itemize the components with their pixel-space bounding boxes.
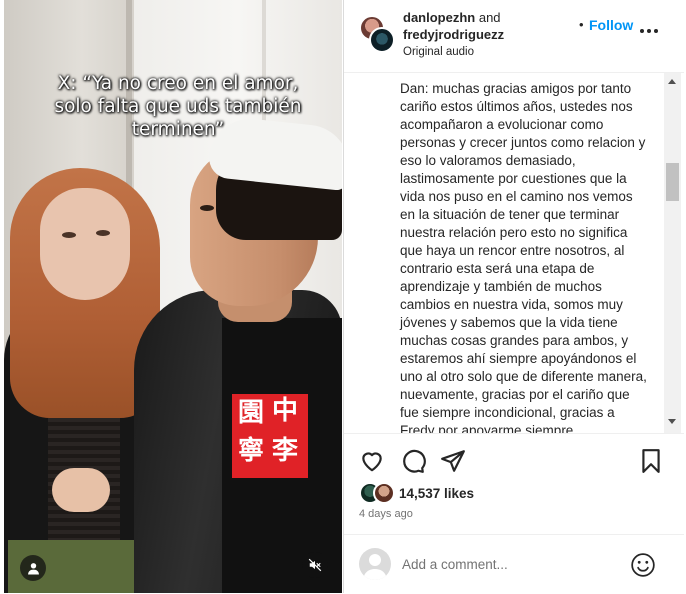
post-timestamp[interactable]: 4 days ago — [359, 508, 413, 520]
comment-input[interactable] — [402, 553, 622, 575]
video-caption-overlay: X: “Ya no creo en el amor, solo falta qu… — [54, 73, 302, 140]
user-icon — [27, 562, 39, 574]
action-bar: 14,537 likes 4 days ago — [344, 433, 684, 524]
shirt-print: 園 中 寧 李 — [232, 394, 308, 478]
likes-summary[interactable]: 14,537 likes — [359, 482, 474, 504]
more-options-icon[interactable] — [640, 24, 662, 38]
girl-face — [40, 188, 130, 300]
heart-icon[interactable] — [359, 448, 385, 474]
scroll-thumb[interactable] — [666, 163, 679, 201]
avatar — [369, 27, 395, 53]
follow-button[interactable]: Follow — [589, 17, 633, 33]
username-link[interactable]: fredyjrodriguezz — [403, 27, 504, 42]
post-modal: 園 中 寧 李 X: “Ya no creo en el amor, solo … — [0, 0, 686, 593]
avatar — [359, 548, 391, 580]
default-avatar-icon — [363, 554, 387, 580]
likes-count[interactable]: 14,537 likes — [399, 486, 474, 501]
tagged-users-button[interactable] — [20, 555, 46, 581]
collab-avatars[interactable] — [359, 15, 395, 55]
scrollbar[interactable] — [664, 73, 681, 433]
avatar — [373, 482, 395, 504]
separator-dot: • — [579, 17, 584, 32]
speaker-muted-icon — [308, 558, 322, 572]
collab-usernames: danlopezhn and fredyjrodriguezz — [403, 10, 505, 42]
mute-button[interactable] — [302, 552, 328, 578]
scroll-up-arrow[interactable] — [668, 79, 676, 84]
comment-bubble-icon[interactable] — [400, 448, 426, 474]
scroll-down-arrow[interactable] — [668, 419, 676, 424]
post-details-panel: danlopezhn and fredyjrodriguezz Original… — [343, 0, 684, 593]
audio-link[interactable]: Original audio — [403, 46, 474, 58]
post-header: danlopezhn and fredyjrodriguezz Original… — [344, 0, 684, 73]
emoji-icon[interactable] — [630, 552, 656, 578]
post-caption: Dan: muchas gracias amigos por tanto car… — [400, 81, 647, 433]
username-link[interactable]: danlopezhn — [403, 10, 475, 25]
paper-plane-icon[interactable] — [440, 448, 466, 474]
caption-scroll-area[interactable]: Dan: muchas gracias amigos por tanto car… — [344, 73, 684, 433]
bookmark-icon[interactable] — [638, 448, 664, 474]
reel-video[interactable]: 園 中 寧 李 X: “Ya no creo en el amor, solo … — [4, 0, 342, 593]
add-comment-bar — [344, 534, 684, 594]
